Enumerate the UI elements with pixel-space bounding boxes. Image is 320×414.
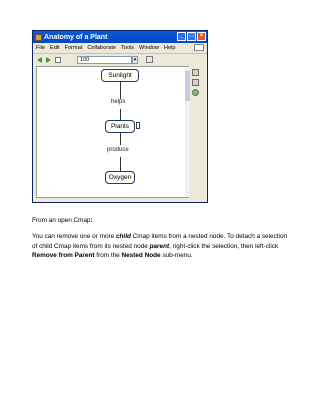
node-oxygen[interactable]: Oxygen (105, 171, 135, 184)
para-nested-node: Nested Node (121, 252, 161, 259)
toolbar: 100 ▾ (33, 53, 207, 65)
cmap-window: Anatomy of a Plant _ □ × File Edit Forma… (32, 30, 208, 203)
maximize-icon[interactable]: □ (187, 32, 196, 41)
heading-text: From an open Cmap (32, 217, 91, 224)
menu-bar: File Edit Format Collaborate Tools Windo… (33, 43, 207, 52)
link-helps[interactable]: helps (111, 99, 125, 105)
forward-arrow-icon[interactable] (46, 56, 51, 63)
instruction-heading: From an open Cmap: (32, 216, 93, 226)
instruction-paragraph: You can remove one or more child Cmap it… (32, 232, 294, 261)
menu-file[interactable]: File (36, 45, 45, 51)
node-sunlight[interactable]: Sunlight (101, 69, 139, 82)
toolbar-button[interactable] (55, 56, 61, 63)
link-produce[interactable]: produce (107, 147, 129, 153)
window-controls: _ □ × (177, 32, 206, 41)
para-parent: parent (149, 242, 170, 250)
minimize-icon[interactable]: _ (177, 32, 186, 41)
help-search-box[interactable] (194, 44, 204, 51)
scroll-thumb[interactable] (185, 71, 190, 101)
window-titlebar[interactable]: Anatomy of a Plant _ □ × (33, 31, 207, 43)
app-icon (35, 33, 42, 41)
heading-colon: : (90, 217, 93, 224)
para-text: sub-menu. (160, 252, 193, 259)
side-toolbar (192, 69, 199, 96)
link-line (120, 157, 121, 171)
menu-tools[interactable]: Tools (121, 45, 134, 51)
menu-edit[interactable]: Edit (50, 45, 60, 51)
window-title: Anatomy of a Plant (44, 33, 108, 41)
side-tool-button[interactable] (192, 79, 199, 86)
toolbar-button-2[interactable] (146, 56, 153, 63)
para-text: You can remove one or more (32, 233, 116, 240)
zoom-field[interactable]: 100 (77, 55, 132, 64)
link-line (120, 133, 121, 145)
side-tool-button[interactable] (192, 69, 199, 76)
chevron-down-icon[interactable]: ▾ (132, 55, 138, 64)
para-remove-from-parent: Remove from Parent (32, 252, 95, 259)
nested-node-icon[interactable] (136, 122, 140, 129)
para-child: child (115, 233, 131, 240)
side-tool-button-green[interactable] (192, 89, 199, 96)
menu-window[interactable]: Window (139, 45, 159, 51)
para-text: from the (94, 252, 122, 259)
menu-format[interactable]: Format (65, 45, 83, 51)
node-plants[interactable]: Plants (105, 120, 135, 133)
link-line (120, 81, 121, 99)
back-arrow-icon[interactable] (37, 56, 42, 63)
menu-help[interactable]: Help (164, 45, 176, 51)
para-text: , right-click the selection, then left-c… (169, 242, 279, 250)
cmap-canvas[interactable]: Sunlight helps Plants produce Oxygen (36, 66, 190, 198)
vertical-scrollbar[interactable] (185, 67, 190, 197)
close-icon[interactable]: × (197, 32, 206, 41)
menu-collaborate[interactable]: Collaborate (87, 45, 116, 51)
